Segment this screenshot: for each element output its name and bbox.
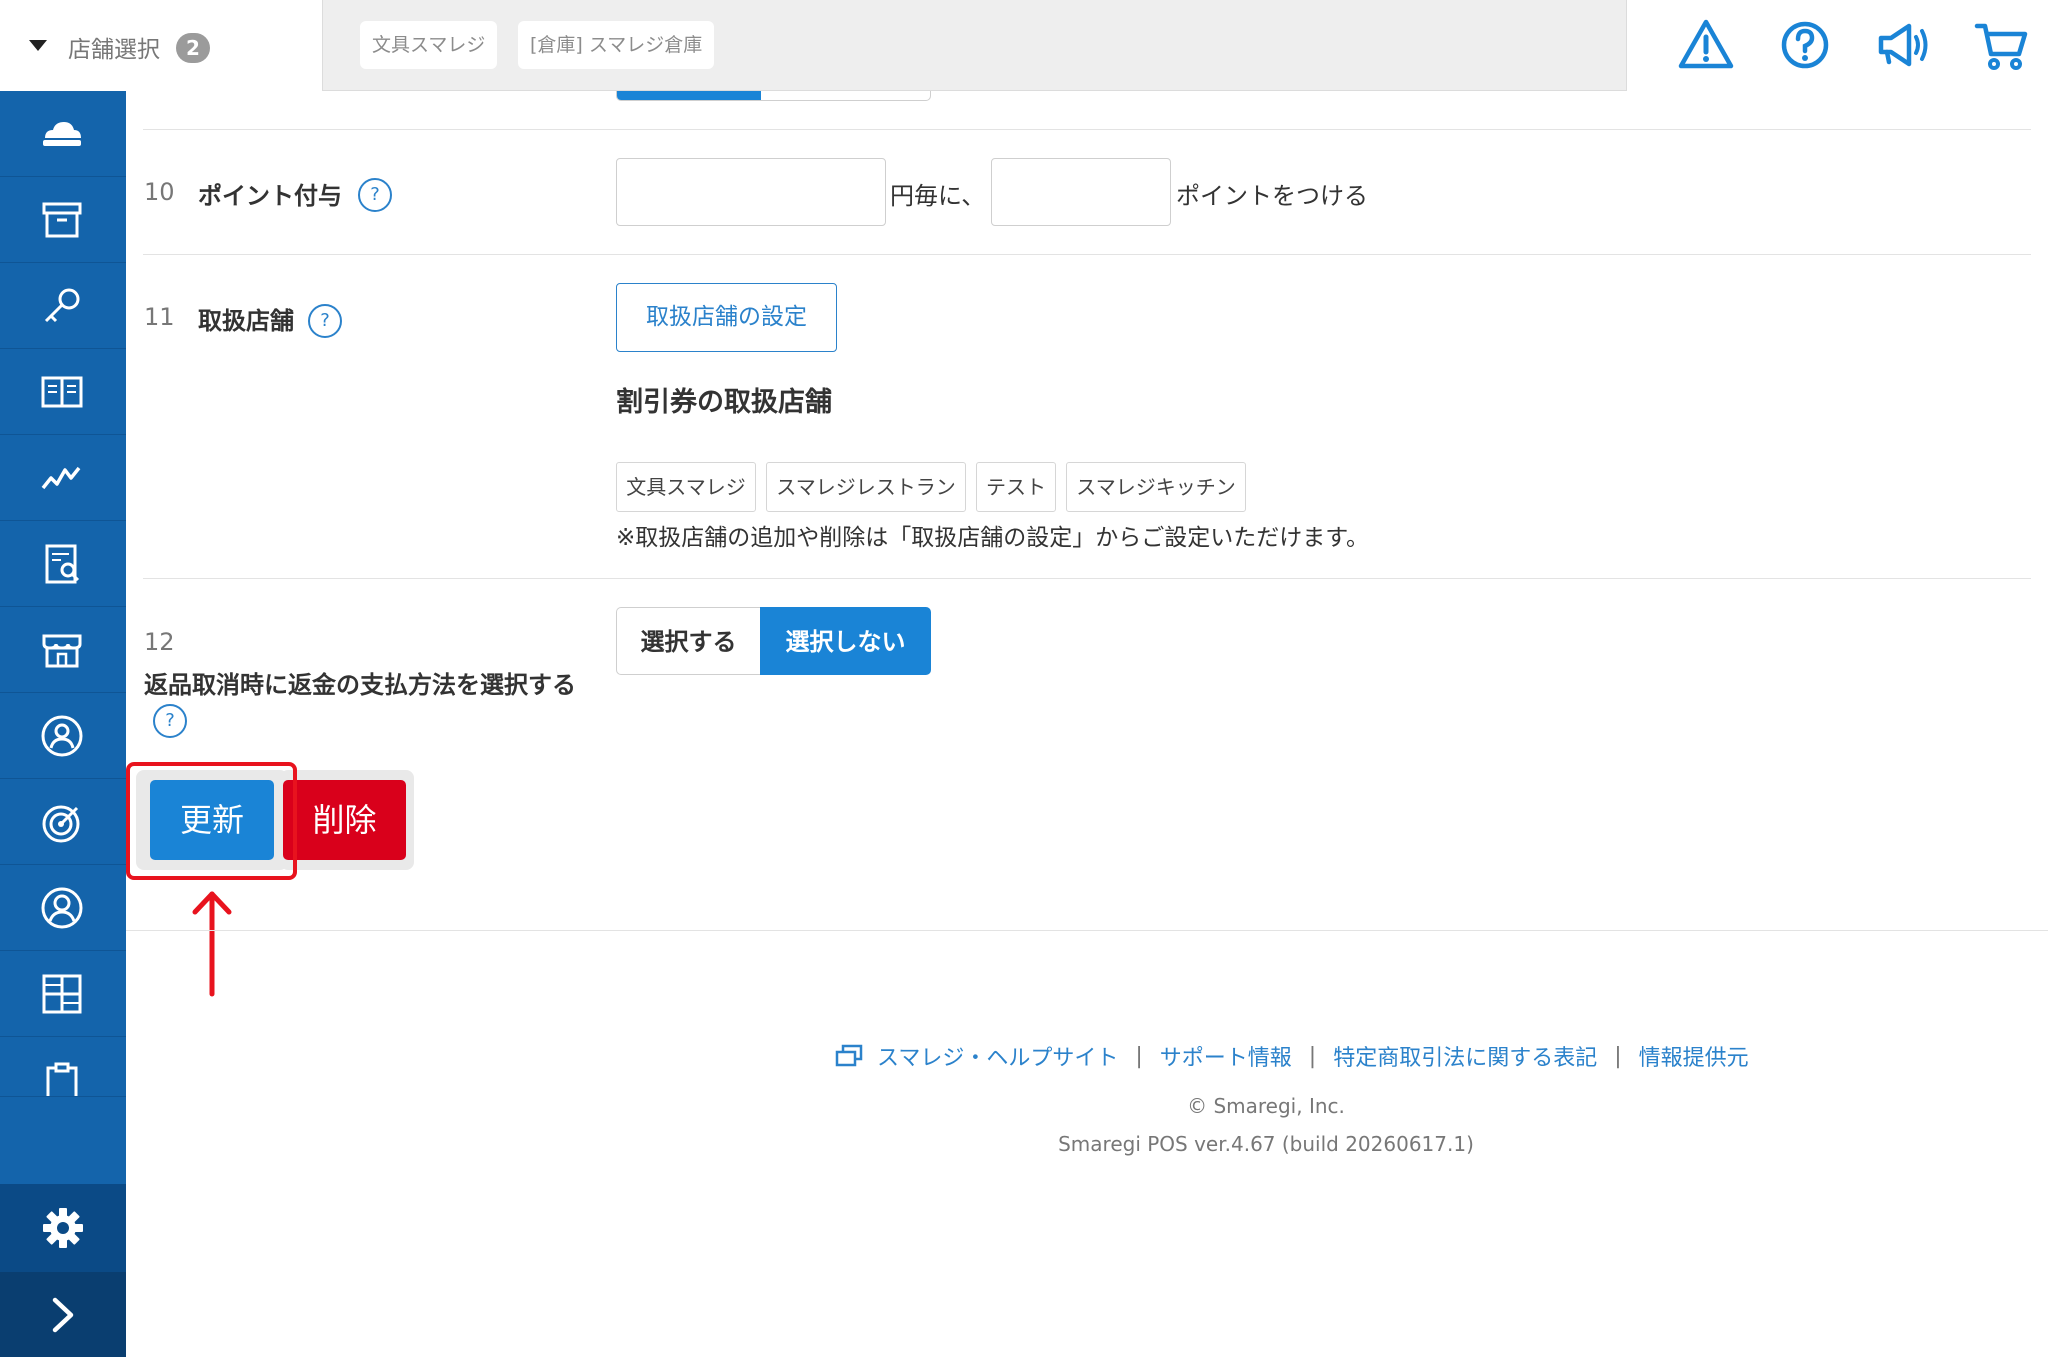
caret-down-icon — [29, 40, 47, 51]
help-icon[interactable]: ? — [358, 178, 392, 212]
delete-button[interactable]: 削除 — [283, 780, 406, 860]
store-chip: スマレジレストラン — [766, 462, 966, 512]
customer-icon — [41, 715, 83, 757]
link-separator: | — [1135, 1043, 1143, 1069]
row-label-refund-payment-method: 返品取消時に返金の支払方法を選択する — [144, 671, 576, 699]
annotation-arrow-icon — [192, 891, 232, 997]
sidebar-item-target[interactable] — [0, 779, 126, 865]
handling-stores-note: ※取扱店舗の追加や削除は「取扱店舗の設定」からご設定いただけます。 — [616, 525, 1369, 551]
book-icon — [41, 376, 83, 408]
footer-divider — [126, 930, 2048, 931]
commercial-law-link[interactable]: 特定商取引法に関する表記 — [1333, 1046, 1597, 1071]
report-icon — [45, 544, 80, 584]
handling-stores-subheading: 割引券の取扱店舗 — [616, 387, 832, 418]
store-select-dropdown[interactable]: 店舗選択 2 — [0, 0, 323, 91]
sidebar-item-grid[interactable] — [0, 951, 126, 1037]
store-icon — [42, 634, 82, 668]
store-chip: 文具スマレジ — [616, 462, 756, 512]
sidebar-item-key[interactable] — [0, 263, 126, 349]
divider — [143, 129, 2031, 130]
store-select-label: 店舗選択 — [68, 37, 160, 63]
support-info-link[interactable]: サポート情報 — [1160, 1046, 1292, 1071]
row-number: 11 — [144, 303, 175, 331]
sidebar-item-customer[interactable] — [0, 693, 126, 779]
help-icon[interactable]: ? — [153, 704, 187, 738]
row-number: 12 — [144, 628, 175, 656]
prev-row-toggle-fragment — [616, 91, 931, 101]
external-window-icon — [835, 1044, 863, 1067]
selected-store-tag: 文具スマレジ — [360, 21, 498, 69]
archive-box-icon — [42, 202, 82, 238]
row-label-handling-stores: 取扱店舗 — [198, 307, 294, 335]
refund-option-select[interactable]: 選択する — [616, 607, 760, 675]
sidebar-item-cloud[interactable] — [0, 91, 126, 177]
refund-option-no-select[interactable]: 選択しない — [760, 607, 931, 675]
settings-gear-icon — [43, 1208, 83, 1248]
sidebar-item-archive[interactable] — [0, 177, 126, 263]
expand-chevron-icon — [52, 1297, 74, 1333]
sidebar-expand-button[interactable] — [0, 1272, 126, 1357]
row-label-point-grant: ポイント付与 — [198, 182, 342, 210]
grid-icon — [42, 974, 82, 1014]
store-count-badge: 2 — [176, 33, 210, 63]
link-separator: | — [1308, 1043, 1317, 1069]
sidebar-item-store[interactable] — [0, 607, 126, 693]
row-number: 10 — [144, 178, 175, 206]
link-separator: | — [1614, 1043, 1622, 1069]
user-icon — [41, 887, 83, 929]
selected-store-tag: [倉庫] スマレジ倉庫 — [518, 21, 715, 69]
copyright: © Smaregi, Inc. — [1187, 1094, 1345, 1118]
cart-icon[interactable] — [1971, 14, 2031, 76]
point-amount-suffix: 円毎に、 — [890, 182, 986, 210]
sidebar-settings[interactable] — [0, 1184, 126, 1272]
footer-links: スマレジ・ヘルプサイト | サポート情報 | 特定商取引法に関する表記 | 情報… — [834, 1040, 1749, 1072]
divider — [143, 254, 2031, 255]
points-input[interactable] — [991, 158, 1171, 226]
point-amount-input[interactable] — [616, 158, 886, 226]
sidebar-item-clipboard[interactable] — [0, 1037, 126, 1097]
clipboard-icon — [46, 1062, 78, 1096]
cloud-icon — [43, 122, 81, 146]
warning-icon[interactable] — [1676, 14, 1736, 76]
chart-line-icon — [41, 466, 81, 490]
sidebar-item-book[interactable] — [0, 349, 126, 435]
info-provider-link[interactable]: 情報提供元 — [1639, 1046, 1749, 1071]
top-bar: 店舗選択 2 文具スマレジ [倉庫] スマレジ倉庫 — [0, 0, 2048, 91]
help-site-link[interactable]: スマレジ・ヘルプサイト — [877, 1046, 1118, 1071]
help-icon[interactable]: ? — [308, 304, 342, 338]
handling-stores-settings-button[interactable]: 取扱店舗の設定 — [616, 283, 837, 352]
store-chip: スマレジキッチン — [1066, 462, 1246, 512]
megaphone-icon[interactable] — [1873, 14, 1933, 76]
header-icons — [1626, 0, 2048, 91]
annotation-highlight-box — [126, 762, 297, 880]
target-icon — [42, 805, 80, 843]
version-info: Smaregi POS ver.4.67 (build 20260617.1) — [1058, 1132, 1474, 1156]
store-chip: テスト — [976, 462, 1056, 512]
sidebar-item-report[interactable] — [0, 521, 126, 607]
help-icon[interactable] — [1775, 14, 1835, 76]
sidebar-item-user[interactable] — [0, 865, 126, 951]
points-suffix: ポイントをつける — [1176, 182, 1368, 210]
sidebar — [0, 91, 126, 1357]
divider — [143, 578, 2031, 579]
key-icon — [44, 288, 80, 323]
sidebar-item-sales-chart[interactable] — [0, 435, 126, 521]
